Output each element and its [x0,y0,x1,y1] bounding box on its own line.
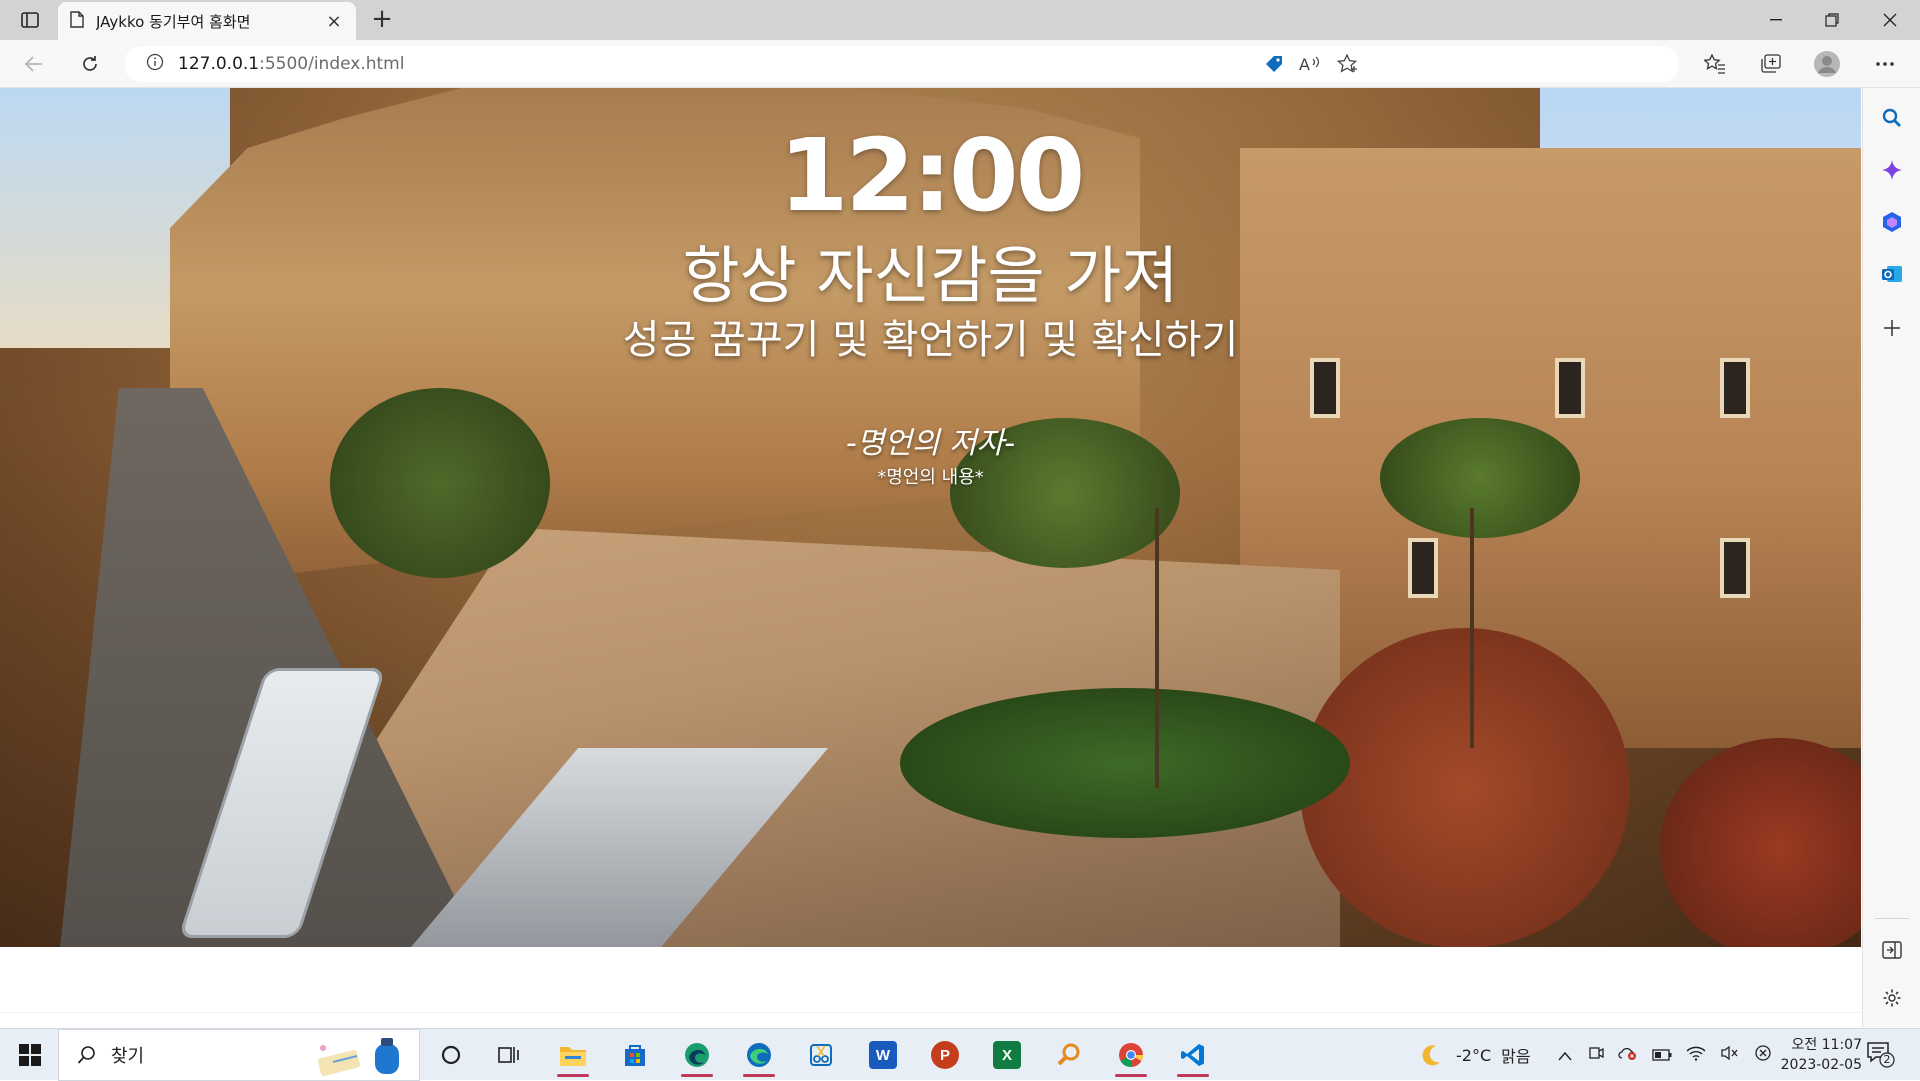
chevron-up-icon[interactable] [1558,1046,1572,1065]
refresh-button[interactable] [72,48,108,80]
scroll-right-arrow-icon[interactable]: ▶ [1843,1012,1859,1013]
windows-logo-icon [19,1044,41,1066]
new-tab-button[interactable]: + [368,6,396,34]
hide-sidebar-icon[interactable] [1878,936,1906,964]
quote-author: -명언의 저자- [845,426,1016,461]
cortana-icon[interactable] [428,1035,474,1075]
info-icon[interactable] [146,53,164,75]
sidebar-divider [1875,918,1909,919]
add-favorite-icon[interactable] [1336,54,1360,74]
profile-avatar[interactable] [1814,51,1840,77]
weather-widget[interactable]: -2°C 맑음 [1418,1029,1531,1081]
address-bar[interactable]: 127.0.0.1:5500/index.html A [124,46,1679,82]
weather-temp: -2°C [1456,1045,1492,1065]
shopping-tag-icon[interactable] [1262,54,1286,74]
moon-icon [1422,1045,1440,1066]
url-host: 127.0.0.1 [178,54,260,74]
copilot-sparkle-icon[interactable] [1878,156,1906,184]
goal-text: 성공 꿈꾸기 및 확언하기 및 확신하기 [622,317,1239,363]
start-button[interactable] [10,1039,50,1071]
outlook-icon[interactable] [1878,260,1906,288]
scroll-left-arrow-icon[interactable]: ◀ [2,1012,18,1013]
greeting-text: 항상 자신감을 가져 [682,239,1179,312]
magnifier-app-icon[interactable] [1046,1035,1092,1075]
page-viewport: 12:00 항상 자신감을 가져 성공 꿈꾸기 및 확언하기 및 확신하기 -명… [0,88,1861,1013]
edge-dev-icon[interactable] [674,1035,720,1077]
word-icon[interactable]: W [860,1035,906,1075]
quote-text: *명언의 내용* [877,467,984,488]
cloud-error-icon[interactable] [1618,1045,1638,1065]
tab-strip: JAykko 동기부여 홈화면 × + [0,0,1920,40]
url-text: 127.0.0.1:5500/index.html [178,54,404,74]
page-icon [70,10,84,32]
meet-now-icon[interactable] [1588,1045,1604,1065]
search-highlight-art [318,1038,399,1076]
collections-icon[interactable] [1758,52,1784,76]
windows-taskbar: 찾기 W P X -2°C 맑음 오전 11:07 2023-02-05 2 [0,1028,1920,1081]
favorites-icon[interactable] [1702,52,1728,76]
m365-icon[interactable] [1878,208,1906,236]
wifi-icon[interactable] [1686,1045,1706,1065]
minimize-button[interactable] [1748,0,1804,40]
content-overlay: 12:00 항상 자신감을 가져 성공 꿈꾸기 및 확언하기 및 확신하기 -명… [0,88,1861,947]
search-icon[interactable] [1878,104,1906,132]
battery-icon[interactable] [1652,1046,1672,1065]
more-menu-icon[interactable] [1872,52,1898,76]
edge-sidebar [1862,88,1920,1028]
taskbar-date: 2023-02-05 [1780,1057,1862,1073]
browser-toolbar: 127.0.0.1:5500/index.html A [0,40,1920,88]
volume-muted-icon[interactable] [1720,1045,1740,1065]
weather-desc: 맑음 [1501,1047,1531,1066]
excel-icon[interactable]: X [984,1035,1030,1075]
task-view-icon[interactable] [486,1035,532,1075]
powerpoint-icon[interactable]: P [922,1035,968,1075]
search-icon [77,1046,95,1064]
add-sidebar-app-icon[interactable] [1878,314,1906,342]
browser-tab[interactable]: JAykko 동기부여 홈화면 × [58,2,356,40]
taskbar-time: 오전 11:07 [1791,1037,1862,1053]
snipping-tool-icon[interactable] [798,1035,844,1075]
close-tab-button[interactable]: × [324,11,344,32]
tab-actions-icon[interactable] [14,8,46,32]
close-window-button[interactable] [1862,0,1918,40]
taskbar-clock[interactable]: 오전 11:07 2023-02-05 [1762,1035,1862,1075]
horizontal-scrollbar[interactable]: ◀ ▶ [0,1012,1861,1013]
search-placeholder: 찾기 [111,1046,145,1067]
back-button[interactable] [16,48,52,80]
tab-title: JAykko 동기부여 홈화면 [96,12,251,31]
edge-icon[interactable] [736,1035,782,1077]
microsoft-store-icon[interactable] [612,1035,658,1075]
settings-gear-icon[interactable] [1878,984,1906,1012]
clock: 12:00 [778,117,1085,234]
chrome-icon[interactable] [1108,1035,1154,1077]
notification-count: 2 [1883,1053,1891,1066]
taskbar-search-box[interactable]: 찾기 [58,1029,420,1081]
url-path: :5500/index.html [259,54,405,74]
tray-icons [1558,1029,1772,1081]
svg-text:A: A [1299,55,1310,73]
file-explorer-icon[interactable] [550,1035,596,1077]
restore-button[interactable] [1804,0,1860,40]
vscode-icon[interactable] [1170,1035,1216,1077]
notification-center-icon[interactable]: 2 [1866,1041,1896,1069]
read-aloud-icon[interactable]: A [1298,54,1322,74]
